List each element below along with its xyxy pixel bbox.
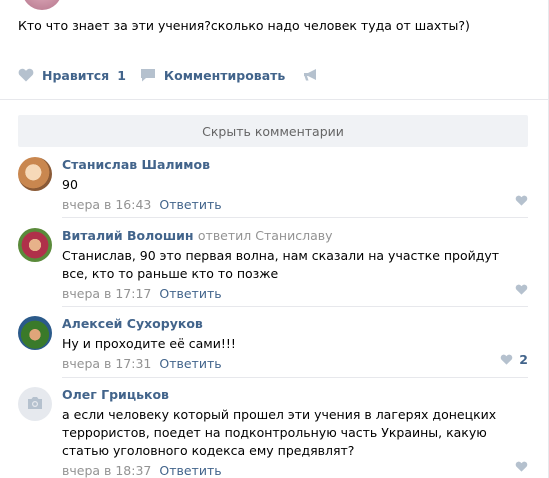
comment-like-count: 2 (519, 352, 528, 367)
comment-time[interactable]: вчера в 17:31 (62, 356, 151, 371)
comment-meta: вчера в 17:31 Ответить (62, 355, 528, 373)
camera-icon (26, 396, 44, 413)
post-text: Кто что знает за эти учения?сколько надо… (18, 18, 470, 33)
comment-divider (62, 377, 528, 378)
comment-divider (62, 306, 528, 307)
reply-link[interactable]: Ответить (159, 286, 221, 301)
reply-link[interactable]: Ответить (159, 463, 221, 478)
comment-author: Алексей Сухоруков (62, 316, 528, 331)
comment-item: Виталий Волошин ответил Станиславу Стани… (18, 228, 528, 301)
divider (0, 99, 549, 100)
comment-text: Ну и проходите её сами!!! (62, 336, 236, 351)
comment-item: Олег Грицьков а если человеку который пр… (18, 387, 528, 478)
comment-item: Алексей Сухоруков Ну и проходите её сами… (18, 316, 528, 371)
avatar[interactable] (18, 387, 52, 421)
author-name[interactable]: Виталий Волошин (62, 228, 194, 243)
author-name[interactable]: Алексей Сухоруков (62, 316, 203, 331)
comment-like-button[interactable] (509, 195, 528, 206)
speech-bubble-icon (140, 68, 164, 82)
comment-meta: вчера в 17:17 Ответить (62, 285, 528, 303)
comment-divider (62, 217, 528, 218)
avatar[interactable] (18, 228, 52, 262)
share-button[interactable] (303, 68, 319, 82)
reply-link[interactable]: Ответить (159, 197, 221, 212)
like-button[interactable]: Нравится 1 (18, 68, 126, 83)
heart-icon (515, 195, 528, 206)
heart-icon (500, 354, 513, 365)
comment-item: Станислав Шалимов 90 вчера в 16:43 Ответ… (18, 157, 528, 212)
comment-label: Комментировать (163, 67, 286, 83)
comment-like-button[interactable]: 2 (494, 352, 528, 367)
comment-author: Олег Грицьков (62, 387, 528, 402)
comment-text: Станислав, 90 это первая волна, нам сказ… (62, 248, 500, 281)
comment-like-button[interactable] (509, 461, 528, 472)
comment-meta: вчера в 16:43 Ответить (62, 196, 528, 214)
author-name[interactable]: Станислав Шалимов (62, 157, 210, 172)
post-with-comments: Кто что знает за эти учения?сколько надо… (0, 0, 549, 478)
replied-to[interactable]: ответил Станиславу (198, 228, 333, 243)
post-actions: Нравится 1 Комментировать (18, 66, 319, 84)
comment-text: а если человеку который прошел эти учени… (62, 407, 497, 458)
post-author-avatar[interactable] (22, 0, 62, 10)
avatar[interactable] (18, 316, 52, 350)
avatar[interactable] (18, 157, 52, 191)
comment-like-button[interactable] (509, 284, 528, 295)
comment-time[interactable]: вчера в 17:17 (62, 286, 151, 301)
heart-icon (18, 68, 42, 82)
hide-comments-button[interactable]: Скрыть комментарии (18, 115, 528, 147)
megaphone-icon (303, 68, 319, 82)
like-count: 1 (117, 67, 126, 83)
comment-text: 90 (62, 177, 78, 192)
comment-author[interactable]: Станислав Шалимов (62, 157, 528, 172)
reply-link[interactable]: Ответить (159, 356, 221, 371)
heart-icon (515, 284, 528, 295)
comment-button[interactable]: Комментировать (140, 68, 285, 83)
author-name[interactable]: Олег Грицьков (62, 387, 169, 402)
comment-time[interactable]: вчера в 18:37 (62, 463, 151, 478)
comment-time[interactable]: вчера в 16:43 (62, 197, 151, 212)
comment-author: Виталий Волошин ответил Станиславу (62, 228, 528, 243)
heart-icon (515, 461, 528, 472)
like-label: Нравится (42, 67, 110, 83)
comment-meta: вчера в 18:37 Ответить (62, 462, 528, 478)
